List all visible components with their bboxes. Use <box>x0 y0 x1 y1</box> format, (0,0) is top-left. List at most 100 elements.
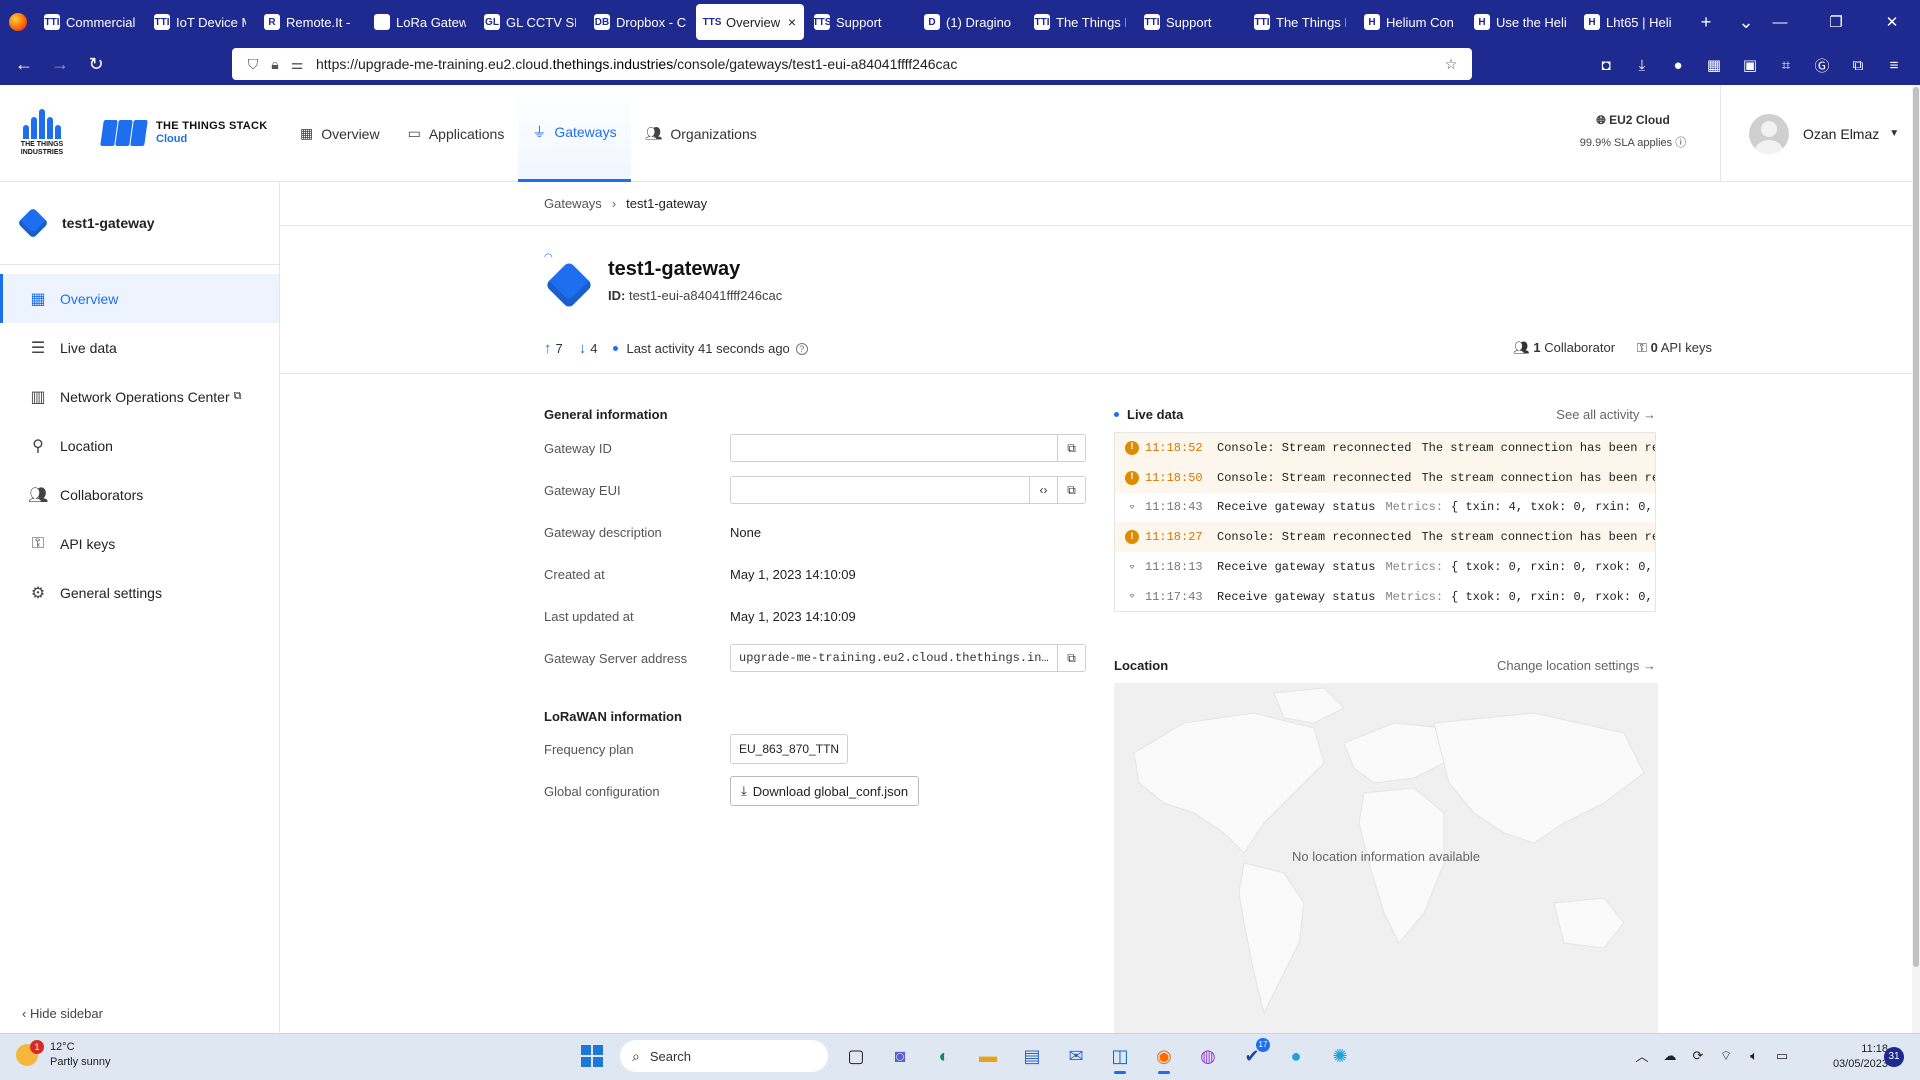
browser-tab[interactable]: D (1) Dragino <box>916 4 1024 40</box>
steam-icon[interactable]: ✔ 17 <box>1234 1038 1270 1074</box>
help-icon[interactable]: ⓘ <box>1675 137 1686 149</box>
crop-icon[interactable]: ⌗ <box>1768 57 1804 74</box>
extensions-icon[interactable]: ⧉ <box>1840 57 1876 74</box>
breadcrumb-gateways[interactable]: Gateways <box>544 196 602 211</box>
store-icon[interactable]: ▤ <box>1014 1038 1050 1074</box>
minimize-icon[interactable]: — <box>1752 0 1808 44</box>
messenger-icon[interactable]: ◍ <box>1190 1038 1226 1074</box>
browser-tab[interactable]: GL GL CCTV SIM <box>476 4 584 40</box>
user-menu[interactable]: Ozan Elmaz ▼ <box>1720 85 1920 182</box>
edge-icon[interactable]: ◐ <box>926 1038 962 1074</box>
live-event-row[interactable]: ⌔ 11:18:13 Receive gateway status Metrics: {… <box>1115 552 1655 582</box>
camera-icon[interactable]: ▣ <box>1732 56 1768 74</box>
file-explorer-icon[interactable]: ▬ <box>970 1038 1006 1074</box>
outlook-icon[interactable]: ◫ <box>1102 1038 1138 1074</box>
clock[interactable]: 11:18 03/05/2023 <box>1828 1042 1888 1072</box>
copy-icon[interactable]: ⧉ <box>1057 435 1085 461</box>
live-event-row[interactable]: ⌔ 11:17:43 Receive gateway status Metrics: {… <box>1115 582 1655 611</box>
browser-tab[interactable]: H Lht65 | Heli <box>1576 4 1684 40</box>
downloads-icon[interactable]: ⤓ <box>1624 57 1660 74</box>
browser-tab[interactable]: LoRa Gateway <box>366 4 474 40</box>
sidebar-item-live-data[interactable]: ☰ Live data <box>0 323 279 372</box>
extension-puzzle-icon[interactable]: ● <box>1660 57 1696 74</box>
browser-tab[interactable]: TTS Overview × <box>696 4 804 40</box>
api-keys-link[interactable]: ⚿ 0 API keys <box>1637 340 1712 356</box>
lock-icon[interactable]: 🔒︎ <box>264 56 286 73</box>
app-bubble-icon[interactable]: ● <box>1278 1038 1314 1074</box>
download-global-conf-button[interactable]: ⤓ Download global_conf.json <box>730 776 920 806</box>
live-event-row[interactable]: ! 11:18:52 Console: Stream reconnected The … <box>1115 433 1655 463</box>
teams-icon[interactable]: ◙ <box>882 1038 918 1074</box>
code-toggle-icon[interactable]: ‹› <box>1029 477 1057 503</box>
live-event-row[interactable]: ! 11:18:27 Console: Stream reconnected The … <box>1115 522 1655 553</box>
notification-badge[interactable]: 31 <box>1884 1047 1904 1067</box>
clapper-icon[interactable]: ▦ <box>1696 56 1732 74</box>
server-address-value[interactable]: upgrade-me-training.eu2.cloud.thethings.… <box>731 645 1057 671</box>
onedrive-icon[interactable]: ☁ <box>1656 1048 1684 1064</box>
copy-icon[interactable]: ⧉ <box>1057 477 1085 503</box>
nav-gateways[interactable]: ⏚ Gateways <box>518 85 631 182</box>
browser-tab[interactable]: H Use the Heli <box>1466 4 1574 40</box>
reload-icon[interactable]: ↻ <box>78 47 114 83</box>
nav-overview[interactable]: ▦ Overview <box>286 85 394 182</box>
new-tab-button[interactable]: + <box>1686 12 1726 33</box>
url-text[interactable]: https://upgrade-me-training.eu2.cloud.th… <box>316 56 1440 72</box>
taskbar-search[interactable]: ⌕ Search <box>620 1040 828 1072</box>
browser-tab[interactable]: DB Dropbox - C <box>586 4 694 40</box>
firefox-icon[interactable]: ◉ <box>1146 1038 1182 1074</box>
browser-tab[interactable]: TTI Support <box>1136 4 1244 40</box>
collaborators-link[interactable]: 👥︎ 1 Collaborator <box>1513 340 1615 356</box>
app-globe-icon[interactable]: ✺ <box>1322 1038 1358 1074</box>
browser-tab[interactable]: TTI The Things I <box>1026 4 1134 40</box>
sidebar-item-collaborators[interactable]: 👥︎ Collaborators <box>0 470 279 519</box>
bookmark-star-icon[interactable]: ☆ <box>1440 56 1462 73</box>
help-icon[interactable]: ? <box>795 342 808 355</box>
close-tab-icon[interactable]: × <box>788 14 796 30</box>
browser-tab[interactable]: TTI Commercial <box>36 4 144 40</box>
app-menu-icon[interactable]: ≡ <box>1876 57 1912 74</box>
browser-tab[interactable]: R Remote.It - <box>256 4 364 40</box>
weather-widget[interactable]: 1 12°C Partly sunny <box>16 1040 111 1070</box>
sidebar-item-api-keys[interactable]: ⚿ API keys <box>0 519 279 568</box>
forward-icon[interactable]: → <box>42 47 78 83</box>
copy-icon[interactable]: ⧉ <box>1057 645 1085 671</box>
close-window-icon[interactable]: ✕ <box>1864 0 1920 44</box>
live-event-row[interactable]: ⌔ 11:18:43 Receive gateway status Metrics: {… <box>1115 493 1655 523</box>
volume-icon[interactable]: 🔈︎ <box>1740 1048 1768 1064</box>
browser-tab[interactable]: H Helium Con <box>1356 4 1464 40</box>
see-all-activity-link[interactable]: See all activity → <box>1556 407 1656 422</box>
grammarly-icon[interactable]: Ⓖ <box>1804 55 1840 76</box>
change-location-link[interactable]: Change location settings → <box>1497 658 1656 673</box>
browser-tab[interactable]: TTS Support <box>806 4 914 40</box>
sidebar-item-location[interactable]: ⚲ Location <box>0 421 279 470</box>
permissions-icon[interactable]: ⚌ <box>286 56 308 73</box>
pocket-icon[interactable]: ◘ <box>1588 57 1624 74</box>
page-scrollbar[interactable] <box>1912 85 1920 1033</box>
sidebar-item-overview[interactable]: ▦ Overview <box>0 274 279 323</box>
restore-icon[interactable]: ❐ <box>1808 0 1864 44</box>
tts-logo[interactable]: THE THINGS STACK Cloud <box>100 120 268 146</box>
battery-icon[interactable]: ▭ <box>1768 1048 1796 1064</box>
task-view-icon[interactable]: ▢ <box>838 1038 874 1074</box>
hide-sidebar-button[interactable]: ‹ Hide sidebar <box>22 1006 103 1021</box>
back-icon[interactable]: ← <box>6 47 42 83</box>
address-bar[interactable]: ⛉ 🔒︎ ⚌ https://upgrade-me-training.eu2.c… <box>232 48 1472 80</box>
location-map[interactable]: No location information available <box>1114 683 1658 1033</box>
tti-logo[interactable]: THE THINGS INDUSTRIES <box>16 109 68 159</box>
browser-tab[interactable]: TTI The Things I <box>1246 4 1354 40</box>
nav-organizations[interactable]: 👥︎ Organizations <box>631 85 771 182</box>
gateway-eui-value[interactable] <box>731 477 1029 503</box>
wifi-icon[interactable]: ⌔ <box>1712 1048 1740 1064</box>
browser-tab[interactable]: TTI IoT Device M <box>146 4 254 40</box>
sidebar-item-general-settings[interactable]: ⚙ General settings <box>0 568 279 617</box>
chevron-up-icon[interactable]: ︿ <box>1628 1046 1656 1065</box>
sidebar-item-network-operations-center[interactable]: ▥ Network Operations Center ⧉ <box>0 372 279 421</box>
shield-icon[interactable]: ⛉ <box>242 56 264 73</box>
sync-icon[interactable]: ⟳ <box>1684 1048 1712 1064</box>
nav-applications[interactable]: ▭ Applications <box>394 85 519 182</box>
mail-icon[interactable]: ✉ <box>1058 1038 1094 1074</box>
firefox-menu-icon[interactable] <box>0 0 36 44</box>
live-event-row[interactable]: ! 11:18:50 Console: Stream reconnected The … <box>1115 462 1655 493</box>
windows-start-icon[interactable] <box>574 1038 610 1074</box>
gateway-id-value[interactable] <box>731 435 1057 461</box>
